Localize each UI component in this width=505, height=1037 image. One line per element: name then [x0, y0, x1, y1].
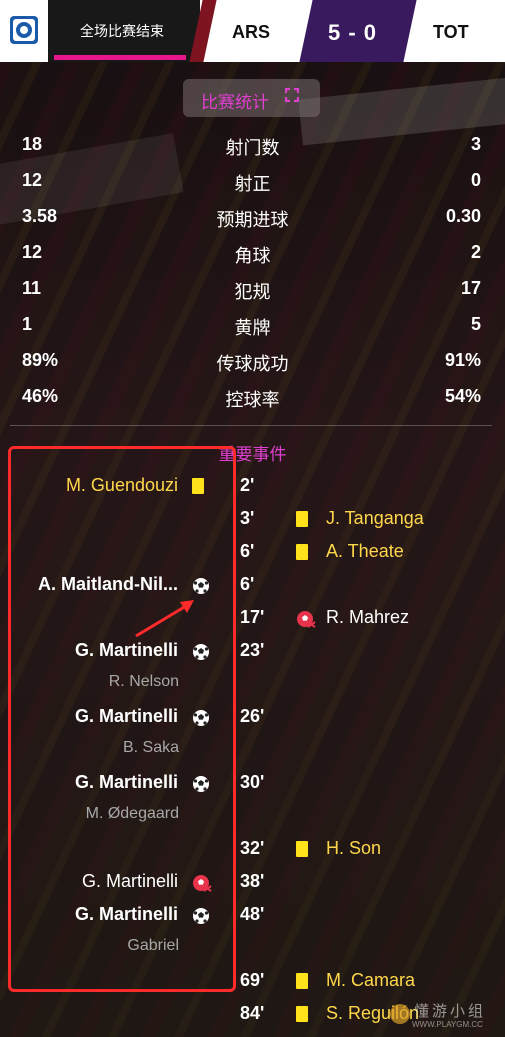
event-minute: 2': [240, 475, 255, 495]
event-player-name[interactable]: J. Tanganga: [326, 508, 424, 529]
stat-label: 控球率: [225, 390, 280, 410]
stat-away-value: 17: [460, 278, 481, 298]
event-minute: 26': [240, 706, 265, 726]
event-minute: 32': [240, 838, 265, 858]
home-team-name[interactable]: ARS: [232, 22, 270, 43]
event-minute: 84': [240, 1003, 265, 1023]
stat-away-value: 3: [470, 134, 481, 154]
stat-label: 黄牌: [234, 318, 271, 338]
stat-label: 射正: [234, 174, 271, 194]
stat-label: 犯规: [234, 282, 271, 302]
away-team-name[interactable]: TOT: [433, 22, 469, 43]
yellow-card-icon: [296, 1006, 308, 1022]
stat-label: 预期进球: [216, 210, 289, 230]
highlight-annotation-box: [8, 446, 236, 992]
event-minute: 3': [240, 508, 255, 528]
stat-away-value: 2: [470, 242, 481, 262]
match-score: 5 - 0: [328, 20, 378, 45]
event-minute: 38': [240, 871, 265, 891]
watermark-text: 懂游小组: [414, 1003, 487, 1020]
event-player-name[interactable]: A. Theate: [326, 541, 404, 562]
stat-away-value: 5: [470, 314, 481, 334]
event-minute: 17': [240, 607, 265, 627]
stat-row: 3.58 预期进球 0.30: [0, 202, 505, 232]
event-player-name[interactable]: H. Son: [326, 838, 381, 859]
stat-away-value: 91%: [444, 350, 481, 370]
stat-row: 11 犯规 17: [0, 274, 505, 304]
stat-row: 12 射正 0: [0, 166, 505, 196]
missed-penalty-icon: [297, 611, 316, 628]
match-header: 全场比赛结束 ARS 5 - 0 TOT: [0, 0, 505, 62]
match-stats-button[interactable]: 比赛统计: [183, 79, 320, 117]
stat-label: 角球: [234, 246, 271, 266]
expand-icon: [285, 88, 299, 102]
event-minute: 23': [240, 640, 265, 660]
yellow-card-icon: [296, 841, 308, 857]
watermark-url: WWW.PLAYGM.CC: [412, 1020, 483, 1029]
event-minute: 69': [240, 970, 265, 990]
yellow-card-icon: [296, 544, 308, 560]
event-minute: 6': [240, 541, 255, 561]
event-minute: 6': [240, 574, 255, 594]
yellow-card-icon: [296, 511, 308, 527]
event-minute: 48': [240, 904, 265, 924]
stat-row: 12 角球 2: [0, 238, 505, 268]
match-status-label: 全场比赛结束: [80, 23, 164, 39]
stat-away-value: 54%: [444, 386, 481, 406]
watermark: 懂游小组 WWW.PLAYGM.CC: [388, 996, 505, 1037]
annotation-arrow-icon: [135, 600, 194, 638]
match-status: 全场比赛结束: [48, 0, 200, 62]
competition-icon: [10, 16, 38, 44]
stat-row: 1 黄牌 5: [0, 310, 505, 340]
watermark-logo-icon: [390, 1004, 410, 1024]
event-player-name[interactable]: M. Camara: [326, 970, 415, 991]
stat-row: 18 射门数 3: [0, 130, 505, 160]
match-stats-label: 比赛统计: [201, 93, 269, 112]
stat-row: 46% 控球率 54%: [0, 382, 505, 412]
status-accent-bar: [54, 55, 186, 60]
section-divider: [10, 425, 492, 426]
yellow-card-icon: [296, 973, 308, 989]
stat-label: 传球成功: [216, 354, 289, 374]
competition-logo[interactable]: [0, 0, 48, 62]
stat-row: 89% 传球成功 91%: [0, 346, 505, 376]
event-minute: 30': [240, 772, 265, 792]
stat-away-value: 0.30: [445, 206, 481, 226]
event-player-name[interactable]: R. Mahrez: [326, 607, 409, 628]
stat-away-value: 0: [470, 170, 481, 190]
stat-label: 射门数: [225, 138, 280, 158]
